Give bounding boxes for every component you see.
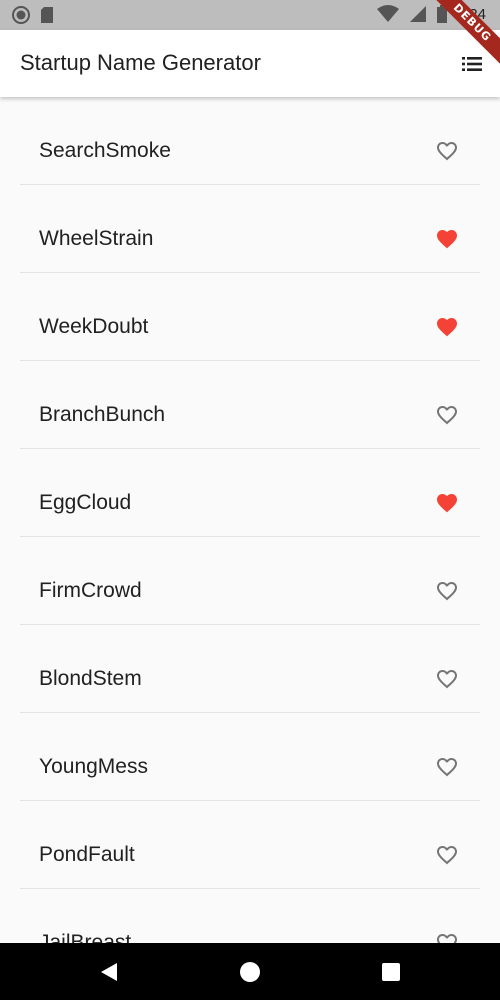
startup-name-list: SearchSmoke WheelStrain WeekDoubt BranchBun… (0, 97, 500, 943)
startup-name: FirmCrowd (39, 579, 142, 602)
favorite-border-icon[interactable] (434, 139, 460, 163)
list-item[interactable]: WheelStrain (20, 185, 480, 273)
favorite-border-icon[interactable] (434, 755, 460, 779)
list-item[interactable]: SearchSmoke (20, 97, 480, 185)
app-bar: Startup Name Generator (0, 30, 500, 97)
favorite-border-icon[interactable] (434, 579, 460, 603)
wifi-icon (376, 5, 399, 22)
app-title: Startup Name Generator (20, 50, 261, 75)
home-icon[interactable] (238, 960, 262, 984)
startup-name: SearchSmoke (39, 139, 171, 162)
status-bar: 8:24 (0, 0, 500, 30)
favorite-border-icon[interactable] (434, 403, 460, 427)
list-item[interactable]: EggCloud (20, 449, 480, 537)
favorite-icon[interactable] (434, 315, 460, 339)
list-icon[interactable] (460, 52, 484, 76)
list-item[interactable]: BranchBunch (20, 361, 480, 449)
startup-name: WeekDoubt (39, 315, 149, 338)
startup-name: YoungMess (39, 755, 148, 778)
favorite-border-icon[interactable] (434, 667, 460, 691)
list-item[interactable]: JailBreast (20, 889, 480, 943)
record-icon (12, 6, 30, 24)
favorite-border-icon[interactable] (434, 931, 460, 943)
startup-name: EggCloud (39, 491, 132, 514)
back-icon[interactable] (98, 960, 122, 984)
list-item[interactable]: FirmCrowd (20, 537, 480, 625)
startup-name: JailBreast (39, 931, 132, 943)
startup-name: PondFault (39, 843, 135, 866)
list-item[interactable]: WeekDoubt (20, 273, 480, 361)
recents-icon[interactable] (379, 960, 403, 984)
list-item[interactable]: YoungMess (20, 713, 480, 801)
startup-name: BlondStem (39, 667, 142, 690)
status-left-icons (12, 6, 54, 24)
navigation-bar (0, 943, 500, 1000)
list-item[interactable]: PondFault (20, 801, 480, 889)
favorite-icon[interactable] (434, 227, 460, 251)
sd-card-icon (41, 7, 53, 23)
favorite-icon[interactable] (434, 491, 460, 515)
startup-name: BranchBunch (39, 403, 166, 426)
favorite-border-icon[interactable] (434, 843, 460, 867)
startup-name: WheelStrain (39, 227, 154, 250)
list-item[interactable]: BlondStem (20, 625, 480, 713)
signal-icon (409, 6, 426, 22)
